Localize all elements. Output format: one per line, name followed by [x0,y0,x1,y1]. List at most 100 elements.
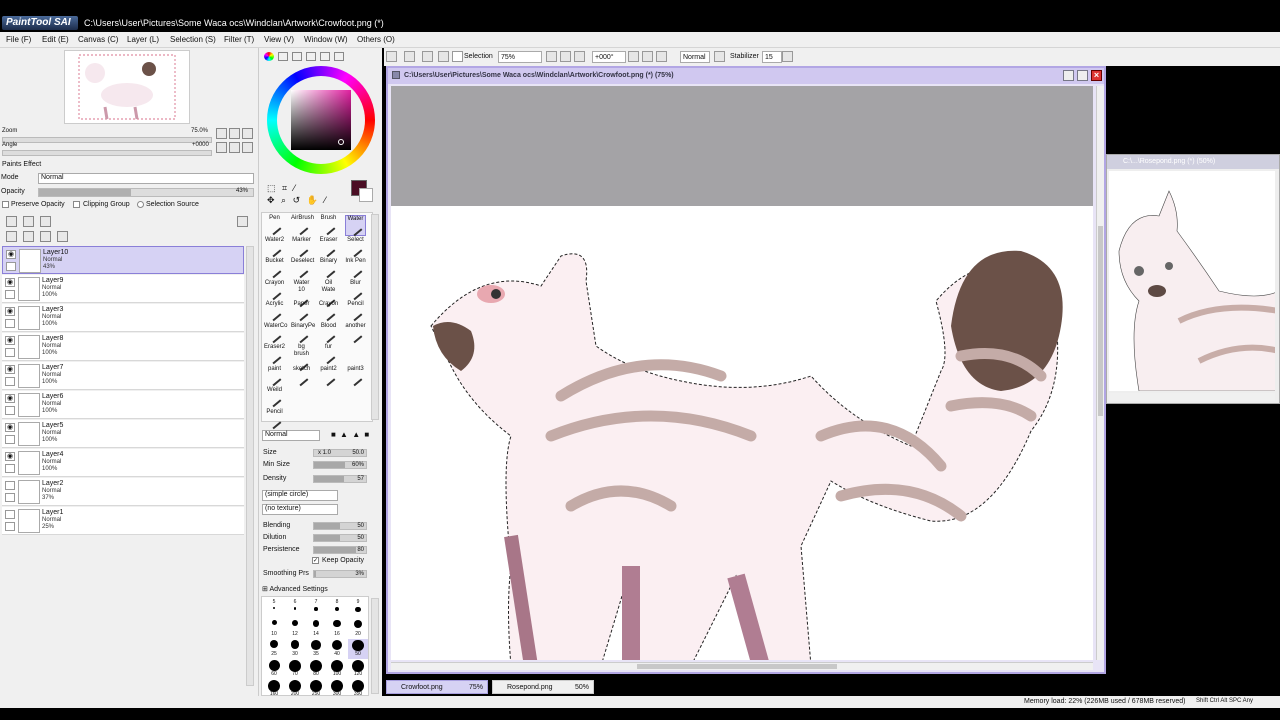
stabilizer-dropdown-icon[interactable] [782,51,793,62]
tool-slot[interactable]: sketch [291,366,312,387]
new-linework-layer-icon[interactable] [23,216,34,227]
menu-selection[interactable]: Selection (S) [170,35,216,44]
drawing-area[interactable] [391,86,1093,660]
tool-slot[interactable] [291,387,312,408]
eye-icon[interactable]: ◉ [5,423,15,432]
zoom-reset-icon[interactable] [574,51,585,62]
tab-rosepond[interactable]: Rosepond.png 50% [492,680,594,694]
transfer-down-icon[interactable] [6,231,17,242]
eye-icon[interactable]: ◉ [5,278,15,287]
layer-item-layer10[interactable]: ◉ Layer10 Normal 43% [2,246,244,274]
lock-icon[interactable] [5,406,15,415]
smoothing-slider[interactable]: 3% [313,570,367,578]
size-preset[interactable]: 120 [348,659,368,679]
size-preset[interactable]: 100 [327,659,347,679]
rgb-slider-icon[interactable] [278,52,288,61]
rotate-left-icon[interactable] [628,51,639,62]
lock-icon[interactable] [5,464,15,473]
menu-view[interactable]: View (V) [264,35,294,44]
persistence-slider[interactable]: 80 [313,546,367,554]
tool-scrollbar[interactable] [371,214,379,420]
brush-shape-icons[interactable]: ■ ▲ ▲ ■ [331,430,370,439]
size-preset[interactable]: 40 [327,639,347,659]
eye-icon[interactable]: ◉ [6,250,16,259]
size-multiplier[interactable]: x 1.0 [318,450,331,456]
menu-edit[interactable]: Edit (E) [42,35,69,44]
layer-item-layer3[interactable]: ◉ Layer3 Normal 100% [2,304,244,332]
size-preset[interactable]: 25 [264,639,284,659]
rotate-right-icon[interactable] [642,51,653,62]
hsv-slider-icon[interactable] [292,52,302,61]
tool-slot[interactable]: Oil Wate [318,280,339,307]
tool-slot[interactable] [318,387,339,408]
flip-icon[interactable] [714,51,725,62]
menu-file[interactable]: File (F) [6,35,31,44]
zoom-select[interactable]: 75% [498,51,542,63]
tool-slot[interactable]: Ink Pen [345,258,366,279]
tab-crowfoot[interactable]: Crowfoot.png 75% [386,680,488,694]
navigator-thumbnail[interactable] [64,50,190,124]
deselect-icon[interactable] [422,51,433,62]
tool-slot[interactable]: Brush [318,215,339,236]
min-size-row[interactable]: Min Size 60% [263,460,379,470]
zoom-reset-icon[interactable] [242,128,253,139]
swatches-icon[interactable] [306,52,316,61]
layer-panel-toggle-icon[interactable] [237,216,248,227]
size-preset[interactable]: 50 [348,639,368,659]
selection-source-radio[interactable] [137,201,144,208]
size-preset-scrollbar[interactable] [371,598,379,694]
tool-slot[interactable]: Marker [291,237,312,258]
stabilizer-select[interactable]: 15 [762,51,782,63]
tool-slot[interactable]: bg brush [291,344,312,372]
size-row[interactable]: Size x 1.0 50.0 [263,448,379,458]
eye-icon[interactable]: ◉ [5,394,15,403]
eye-icon[interactable] [5,481,15,490]
opacity-slider[interactable] [38,188,254,197]
size-preset[interactable]: 6 [285,599,305,619]
layer-mode-select[interactable]: Normal [38,173,254,184]
tool-slot[interactable] [345,387,366,408]
tool-slot[interactable]: Water2 [264,237,285,258]
vertical-scrollbar[interactable] [1096,86,1104,660]
tool-slot[interactable]: paint2 [318,366,339,387]
zoom-out-icon[interactable] [546,51,557,62]
palette-icon[interactable] [334,52,344,61]
smoothing-row[interactable]: Smoothing Prs 3% [263,569,379,579]
tool-slot[interactable] [291,409,312,430]
tool-slot[interactable]: Acrylic [264,301,285,322]
rotate-reset-icon[interactable] [242,142,253,153]
tool-slot[interactable]: paint3 [345,366,366,387]
layer-scrollbar[interactable] [246,246,254,686]
brush-shape-select[interactable]: (simple circle) [262,490,338,501]
tool-slot[interactable]: Eraser2 [264,344,285,365]
clear-layer-icon[interactable] [40,231,51,242]
layer-item-layer7[interactable]: ◉ Layer7 Normal 100% [2,362,244,390]
rotate-reset-icon[interactable] [656,51,667,62]
color-mode-tabs[interactable] [262,50,354,62]
tool-slot[interactable]: WaterCo [264,323,287,344]
new-layer-icon[interactable] [6,216,17,227]
menu-others[interactable]: Others (O) [357,35,395,44]
clipping-group-checkbox[interactable] [73,201,80,208]
tool-slot[interactable]: Bucket [264,258,285,279]
size-preset[interactable]: 8 [327,599,347,619]
size-preset[interactable]: 9 [348,599,368,619]
size-slider[interactable]: x 1.0 50.0 [313,449,367,457]
canvas-paper[interactable] [391,206,1093,660]
tool-slot[interactable]: Weild [264,387,285,408]
size-preset[interactable]: 7 [306,599,326,619]
close-icon[interactable]: × [1091,70,1102,81]
tool-slot[interactable]: Blur [345,280,366,301]
layer-item-layer8[interactable]: ◉ Layer8 Normal 100% [2,333,244,361]
blending-row[interactable]: Blending 50 [263,521,379,531]
angle-select[interactable]: +000° [592,51,626,63]
tool-slot[interactable]: Binary [318,258,339,279]
tool-slot[interactable] [345,409,366,430]
size-preset[interactable]: 12 [285,619,305,639]
size-preset[interactable]: 16 [327,619,347,639]
delete-layer-icon[interactable] [57,231,68,242]
lock-icon[interactable] [5,522,15,531]
zoom-minus-icon[interactable] [216,128,227,139]
tool-slot[interactable]: Pencil [264,409,285,430]
advanced-settings-toggle[interactable]: ⊞ Advanced Settings [262,585,328,593]
